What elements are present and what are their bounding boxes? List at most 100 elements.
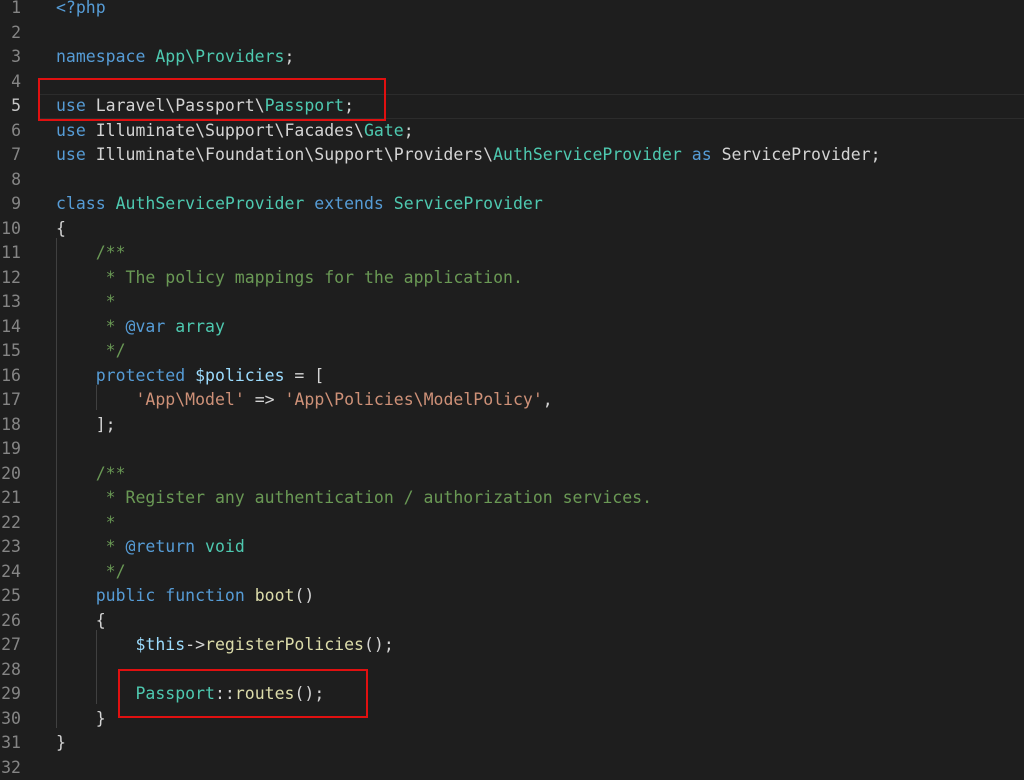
code-token: Illuminate\Foundation\Support\Providers\	[86, 145, 493, 164]
code-line[interactable]: 6use Illuminate\Support\Facades\Gate;	[0, 119, 1024, 144]
code-token	[155, 586, 165, 605]
code-line[interactable]: 21 * Register any authentication / autho…	[0, 486, 1024, 511]
code-token: App\Providers	[155, 47, 284, 66]
code-line[interactable]: 11 /**	[0, 241, 1024, 266]
line-code: {	[56, 217, 66, 242]
code-token: registerPolicies	[205, 635, 364, 654]
code-line[interactable]: 32	[0, 756, 1024, 780]
line-number: 30	[0, 707, 21, 732]
code-token: $this	[135, 635, 185, 654]
code-token: ;	[284, 47, 294, 66]
line-number: 28	[0, 658, 21, 683]
line-number: 15	[0, 339, 21, 364]
code-line[interactable]: 8	[0, 168, 1024, 193]
code-token: * Register any authentication / authoriz…	[56, 488, 652, 507]
code-token: *	[56, 317, 126, 336]
line-code: /**	[56, 241, 126, 266]
code-line[interactable]: 15 */	[0, 339, 1024, 364]
code-line[interactable]: 18 ];	[0, 413, 1024, 438]
code-line[interactable]: 27 $this->registerPolicies();	[0, 633, 1024, 658]
line-number: 13	[0, 290, 21, 315]
line-code: * The policy mappings for the applicatio…	[56, 266, 523, 291]
line-number: 10	[0, 217, 21, 242]
code-line[interactable]: 13 *	[0, 290, 1024, 315]
code-token	[195, 537, 205, 556]
highlight-box-passport-routes	[118, 669, 368, 718]
code-token: ServiceProvider;	[712, 145, 881, 164]
line-number: 25	[0, 584, 21, 609]
line-number: 4	[0, 70, 21, 95]
code-line[interactable]: 10 {	[0, 217, 1024, 242]
line-number: 18	[0, 413, 21, 438]
code-token: ServiceProvider	[394, 194, 543, 213]
line-number: 12	[0, 266, 21, 291]
code-line[interactable]: 3namespace App\Providers;	[0, 45, 1024, 70]
code-token: function	[165, 586, 244, 605]
code-line[interactable]: 17 'App\Model' => 'App\Policies\ModelPol…	[0, 388, 1024, 413]
code-token: ];	[56, 415, 116, 434]
line-code: ];	[56, 413, 116, 438]
code-line[interactable]: 7 use Illuminate\Foundation\Support\Provi…	[0, 143, 1024, 168]
line-number: 5	[0, 94, 21, 119]
indent-guide	[96, 385, 97, 410]
code-token: /**	[56, 464, 126, 483]
code-line[interactable]: 9class AuthServiceProvider extends Servi…	[0, 192, 1024, 217]
line-code: public function boot()	[56, 584, 314, 609]
code-token: class	[56, 194, 106, 213]
code-token	[106, 194, 116, 213]
code-line[interactable]: 1<?php	[0, 0, 1024, 21]
code-line[interactable]: 12 * The policy mappings for the applica…	[0, 266, 1024, 291]
code-line[interactable]: 22 *	[0, 511, 1024, 536]
code-token	[145, 47, 155, 66]
code-token	[165, 317, 175, 336]
code-token: }	[56, 709, 106, 728]
code-token	[56, 366, 96, 385]
code-token: * The policy mappings for the applicatio…	[56, 268, 523, 287]
line-number: 24	[0, 560, 21, 585]
line-number: 19	[0, 437, 21, 462]
line-number: 29	[0, 682, 21, 707]
code-token: Illuminate\Support\Facades\	[86, 121, 364, 140]
line-code: namespace App\Providers;	[56, 45, 294, 70]
code-line[interactable]: 24 */	[0, 560, 1024, 585]
code-token: Gate	[364, 121, 404, 140]
line-code: *	[56, 511, 116, 536]
code-token: =>	[245, 390, 285, 409]
code-token: */	[56, 562, 126, 581]
code-line[interactable]: 26 {	[0, 609, 1024, 634]
code-line[interactable]: 19	[0, 437, 1024, 462]
code-token: ->	[185, 635, 205, 654]
code-token: ()	[294, 586, 314, 605]
code-line[interactable]: 31}	[0, 731, 1024, 756]
code-line[interactable]: 2	[0, 21, 1024, 46]
line-number: 9	[0, 192, 21, 217]
code-token: protected	[96, 366, 185, 385]
highlight-box-use-passport	[38, 78, 386, 121]
code-token: public	[96, 586, 156, 605]
code-token: AuthServiceProvider	[493, 145, 682, 164]
line-code: $this->registerPolicies();	[56, 633, 394, 658]
line-code: use Illuminate\Support\Facades\Gate;	[56, 119, 414, 144]
code-token	[304, 194, 314, 213]
code-token: boot	[255, 586, 295, 605]
code-line[interactable]: 16 protected $policies = [	[0, 364, 1024, 389]
line-code: *	[56, 290, 116, 315]
code-token: as	[692, 145, 712, 164]
line-number: 17	[0, 388, 21, 413]
code-line[interactable]: 14 * @var array	[0, 315, 1024, 340]
code-token: @return	[126, 537, 196, 556]
line-number: 11	[0, 241, 21, 266]
code-token: ();	[364, 635, 394, 654]
code-line[interactable]: 20 /**	[0, 462, 1024, 487]
line-number: 26	[0, 609, 21, 634]
line-code: /**	[56, 462, 126, 487]
line-number: 32	[0, 756, 21, 780]
line-number: 7	[0, 143, 21, 168]
code-line[interactable]: 25 public function boot()	[0, 584, 1024, 609]
code-line[interactable]: 23 * @return void	[0, 535, 1024, 560]
code-token: 'App\Model'	[135, 390, 244, 409]
line-number: 20	[0, 462, 21, 487]
code-token: extends	[314, 194, 384, 213]
code-token: use	[56, 145, 86, 164]
code-token: }	[56, 733, 66, 752]
